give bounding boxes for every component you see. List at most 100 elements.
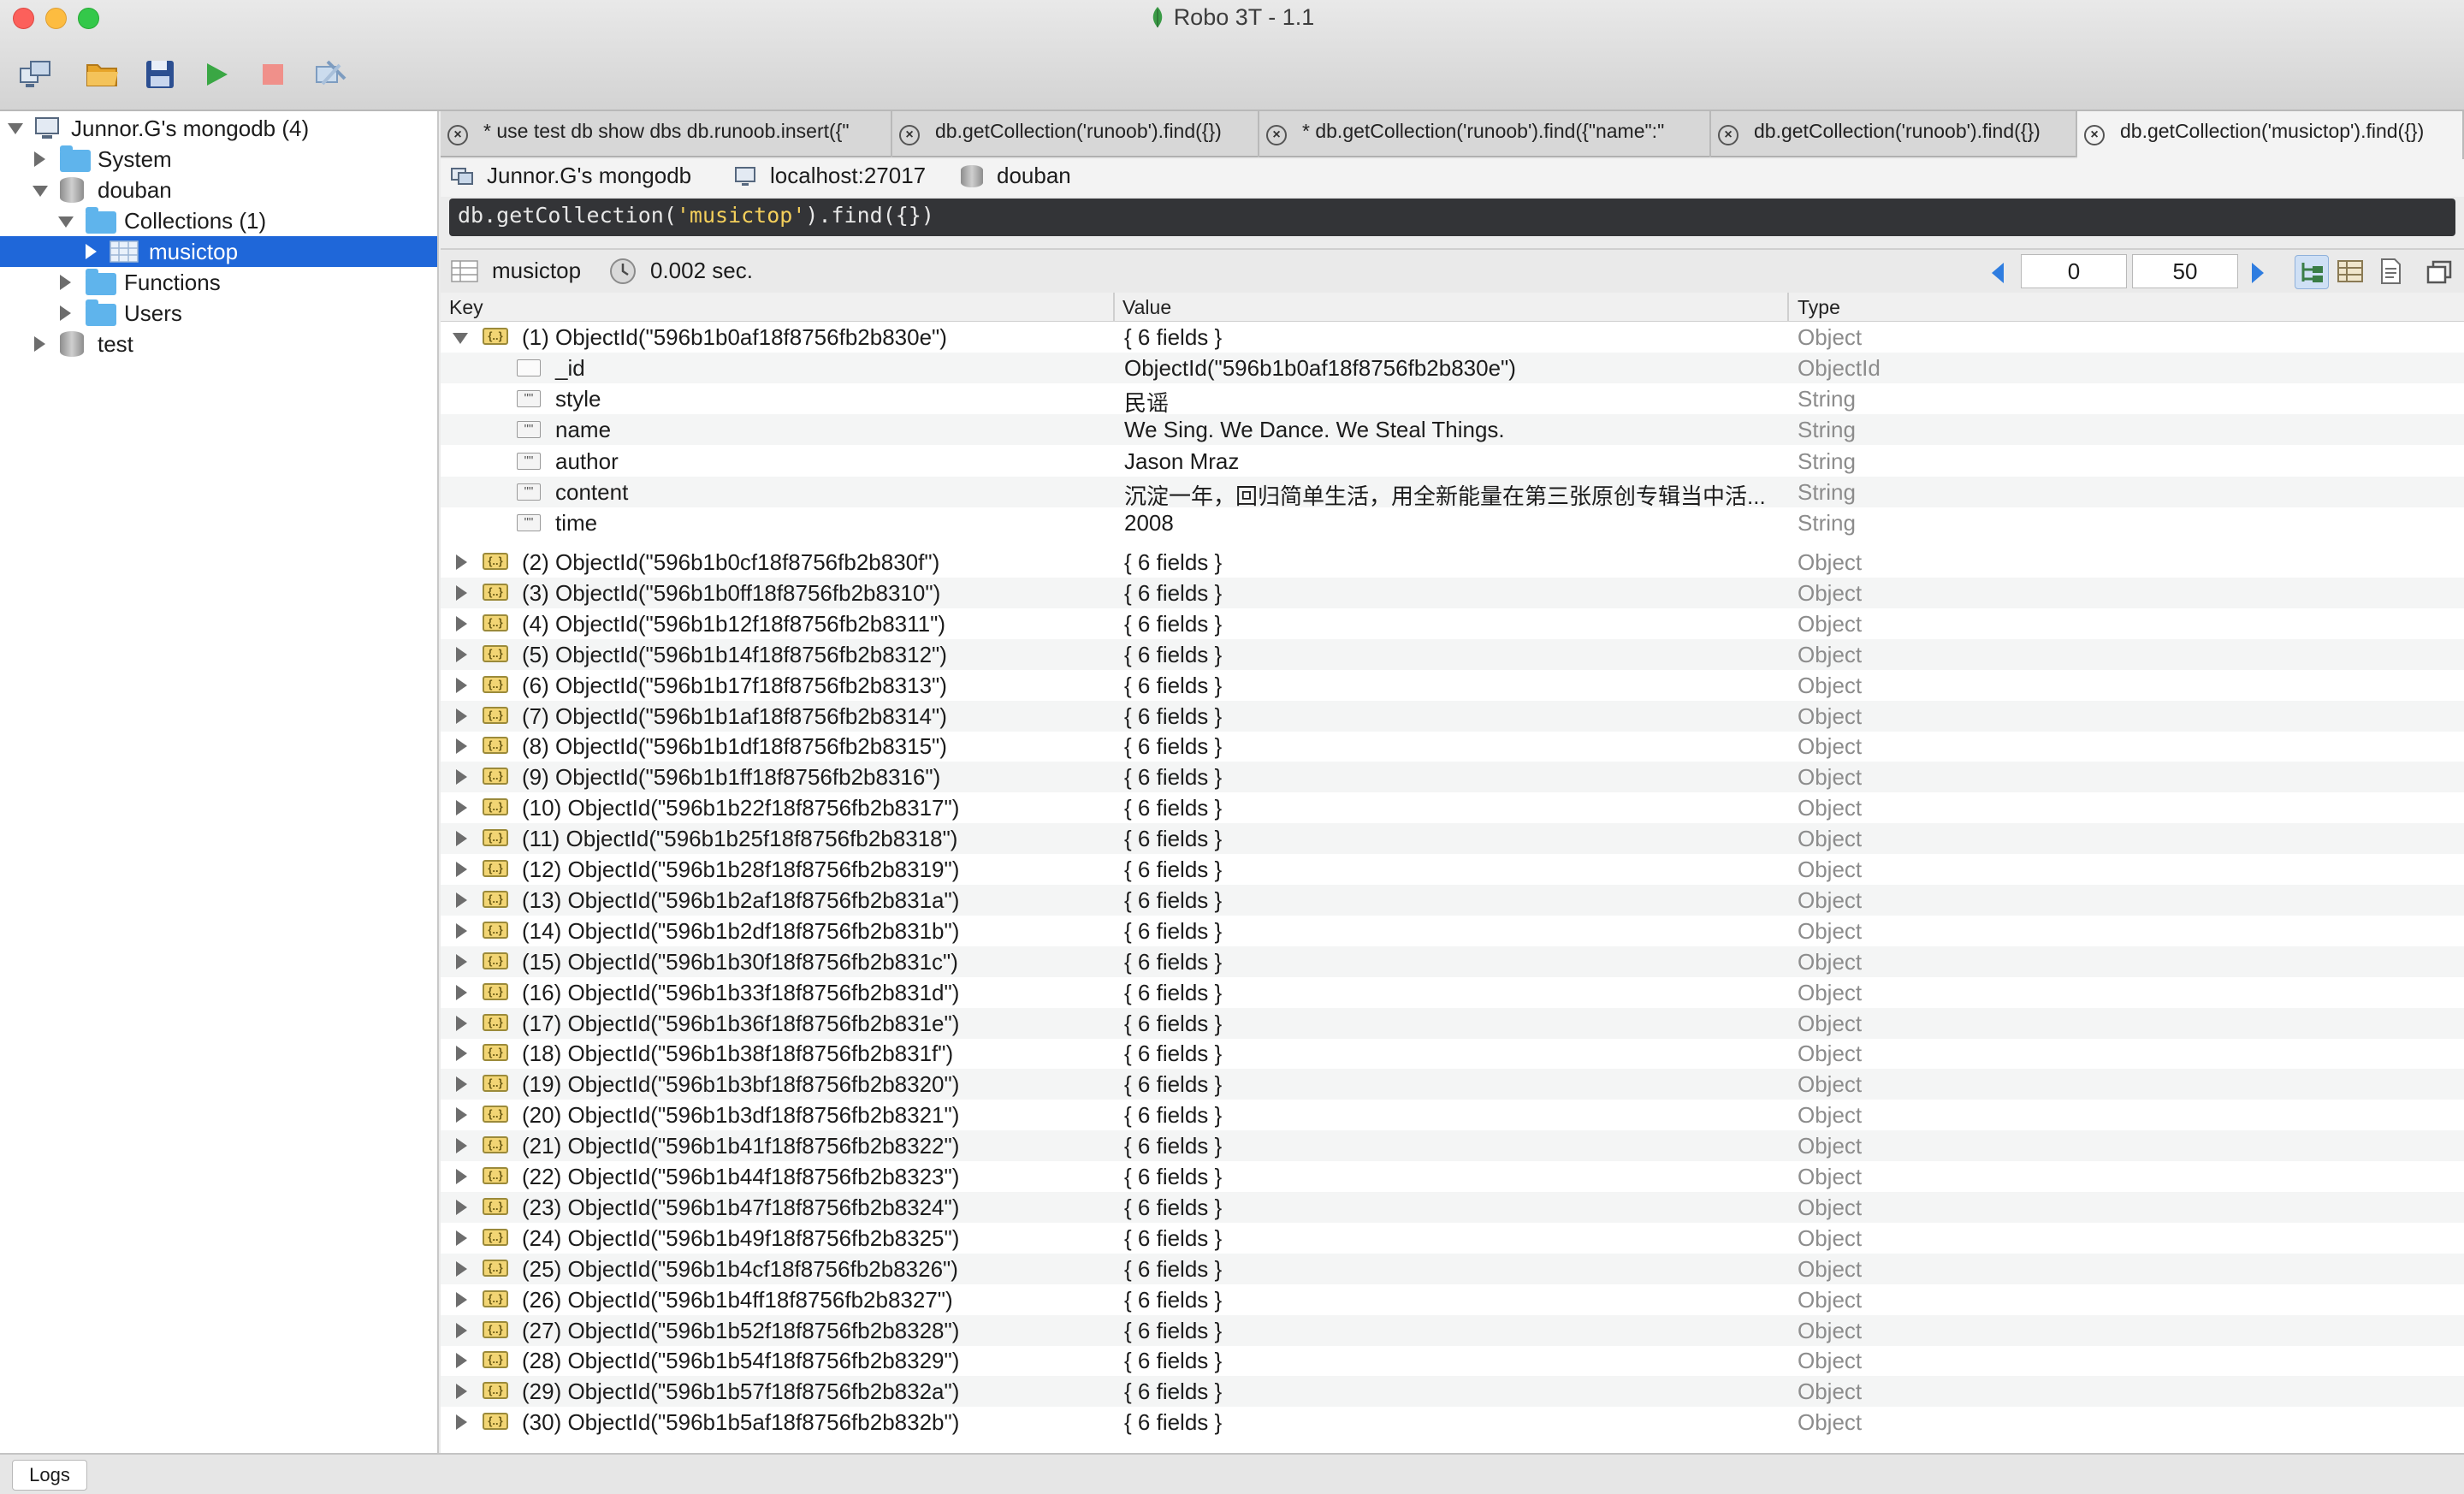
table-row[interactable]: {..} (8) ObjectId("596b1b1df18f8756fb2b83… xyxy=(441,731,2464,762)
tree-item-musictop[interactable]: musictop xyxy=(0,236,437,267)
field-row[interactable]: "" name We Sing. We Dance. We Steal Things… xyxy=(441,414,2464,445)
table-row[interactable]: {..} (21) ObjectId("596b1b41f18f8756fb2b8… xyxy=(441,1130,2464,1161)
expand-arrow-icon[interactable] xyxy=(456,1046,467,1061)
expand-arrow-icon[interactable] xyxy=(456,954,467,969)
field-row[interactable]: "" style 民谣 String xyxy=(441,383,2464,416)
table-row[interactable]: {..} (5) ObjectId("596b1b14f18f8756fb2b83… xyxy=(441,639,2464,670)
tree-mode-button[interactable] xyxy=(2295,255,2329,289)
field-row[interactable]: "" time 2008 String xyxy=(441,507,2464,538)
table-row[interactable]: {..} (18) ObjectId("596b1b38f18f8756fb2b8… xyxy=(441,1038,2464,1069)
tree-item-collections[interactable]: Collections (1) xyxy=(0,205,437,236)
table-row[interactable]: {..} (13) ObjectId("596b1b2af18f8756fb2b8… xyxy=(441,885,2464,916)
table-row[interactable]: {..} (28) ObjectId("596b1b54f18f8756fb2b8… xyxy=(441,1345,2464,1376)
field-row[interactable]: "" author Jason Mraz String xyxy=(441,446,2464,477)
expand-arrow-icon[interactable] xyxy=(86,244,97,259)
expand-arrow-icon[interactable] xyxy=(456,1076,467,1092)
table-row[interactable]: {..} (27) ObjectId("596b1b52f18f8756fb2b8… xyxy=(441,1315,2464,1346)
close-tab-icon[interactable]: × xyxy=(899,125,920,145)
expand-arrow-icon[interactable] xyxy=(60,305,71,321)
column-divider[interactable] xyxy=(1113,293,1115,322)
close-tab-icon[interactable]: × xyxy=(447,125,468,145)
expand-arrow-icon[interactable] xyxy=(456,616,467,631)
tree-item-douban[interactable]: douban xyxy=(0,175,437,205)
expand-arrow-icon[interactable] xyxy=(456,1016,467,1031)
expand-arrow-icon[interactable] xyxy=(456,678,467,693)
expand-arrow-icon[interactable] xyxy=(456,800,467,815)
expand-arrow-icon[interactable] xyxy=(456,708,467,724)
table-row[interactable]: {..} (9) ObjectId("596b1b1ff18f8756fb2b83… xyxy=(441,762,2464,792)
expand-arrow-icon[interactable] xyxy=(60,275,71,290)
table-row[interactable]: {..} (14) ObjectId("596b1b2df18f8756fb2b8… xyxy=(441,916,2464,946)
previous-page-button[interactable] xyxy=(1992,263,2004,283)
expand-arrow-icon[interactable] xyxy=(456,862,467,877)
tab-query-5-active[interactable]: × db.getCollection('musictop').find({}) xyxy=(2077,111,2464,159)
table-row-expanded[interactable]: {..} (1) ObjectId("596b1b0af18f8756fb2b8… xyxy=(441,322,2464,353)
limit-input[interactable]: 50 xyxy=(2132,254,2238,288)
table-row[interactable]: {..} (22) ObjectId("596b1b44f18f8756fb2b8… xyxy=(441,1161,2464,1192)
table-row[interactable]: {..} (29) ObjectId("596b1b57f18f8756fb2b8… xyxy=(441,1376,2464,1407)
expand-arrow-icon[interactable] xyxy=(456,1384,467,1399)
table-row[interactable]: {..} (20) ObjectId("596b1b3df18f8756fb2b8… xyxy=(441,1100,2464,1130)
expand-arrow-icon[interactable] xyxy=(456,585,467,601)
skip-input[interactable]: 0 xyxy=(2021,254,2127,288)
expand-arrow-icon[interactable] xyxy=(456,923,467,939)
column-divider[interactable] xyxy=(1787,293,1789,322)
tree-item-test[interactable]: test xyxy=(0,329,437,359)
expand-arrow-icon[interactable] xyxy=(456,1353,467,1368)
table-row[interactable]: {..} (24) ObjectId("596b1b49f18f8756fb2b8… xyxy=(441,1223,2464,1254)
tree-item-system[interactable]: System xyxy=(0,144,437,175)
table-row[interactable]: {..} (17) ObjectId("596b1b36f18f8756fb2b8… xyxy=(441,1008,2464,1039)
expand-arrow-icon[interactable] xyxy=(456,1138,467,1153)
maximize-results-button[interactable] xyxy=(2423,255,2457,289)
open-button[interactable] xyxy=(85,56,121,92)
expand-arrow-icon[interactable] xyxy=(456,1107,467,1123)
connect-button[interactable] xyxy=(18,56,54,92)
expand-arrow-icon[interactable] xyxy=(456,1200,467,1215)
collapse-arrow-icon[interactable] xyxy=(8,123,23,134)
next-page-button[interactable] xyxy=(2252,263,2264,283)
table-row[interactable]: {..} (26) ObjectId("596b1b4ff18f8756fb2b8… xyxy=(441,1284,2464,1315)
expand-arrow-icon[interactable] xyxy=(456,985,467,1000)
table-row[interactable]: {..} (11) ObjectId("596b1b25f18f8756fb2b8… xyxy=(441,823,2464,854)
expand-arrow-icon[interactable] xyxy=(456,738,467,754)
expand-arrow-icon[interactable] xyxy=(456,1169,467,1184)
collapse-arrow-icon[interactable] xyxy=(33,186,48,197)
query-editor[interactable]: db.getCollection('musictop').find({}) xyxy=(449,199,2455,236)
table-row[interactable]: {..} (3) ObjectId("596b1b0ff18f8756fb2b83… xyxy=(441,578,2464,608)
field-row[interactable]: "" content 沉淀一年，回归简单生活，用全新能量在第三张原创专辑当中活...… xyxy=(441,477,2464,509)
table-row[interactable]: {..} (2) ObjectId("596b1b0cf18f8756fb2b83… xyxy=(441,547,2464,578)
collapse-arrow-icon[interactable] xyxy=(58,216,74,228)
expand-arrow-icon[interactable] xyxy=(456,769,467,785)
expand-arrow-icon[interactable] xyxy=(456,647,467,662)
expand-arrow-icon[interactable] xyxy=(456,1414,467,1430)
expand-arrow-icon[interactable] xyxy=(456,1323,467,1338)
expand-arrow-icon[interactable] xyxy=(34,336,45,352)
tree-connection[interactable]: Junnor.G's mongodb (4) xyxy=(0,113,437,144)
collapse-arrow-icon[interactable] xyxy=(453,333,468,344)
text-mode-button[interactable] xyxy=(2374,255,2408,289)
tab-query-2-inner[interactable]: × db.getCollection('runoob').find({}) xyxy=(892,111,1259,157)
table-mode-button[interactable] xyxy=(2334,255,2368,289)
orient-button[interactable] xyxy=(313,56,349,92)
expand-arrow-icon[interactable] xyxy=(456,1230,467,1246)
table-row[interactable]: {..} (15) ObjectId("596b1b30f18f8756fb2b8… xyxy=(441,946,2464,977)
expand-arrow-icon[interactable] xyxy=(456,831,467,846)
tab-query-3[interactable]: × * db.getCollection('runoob').find({"na… xyxy=(1259,111,1711,157)
table-row[interactable]: {..} (25) ObjectId("596b1b4cf18f8756fb2b8… xyxy=(441,1254,2464,1284)
table-row[interactable]: {..} (16) ObjectId("596b1b33f18f8756fb2b8… xyxy=(441,977,2464,1008)
tab-query-1[interactable]: × * use test db show dbs db.runoob.inser… xyxy=(441,111,892,157)
table-row[interactable]: {..} (7) ObjectId("596b1b1af18f8756fb2b83… xyxy=(441,701,2464,732)
tree-item-functions[interactable]: Functions xyxy=(0,267,437,298)
close-tab-icon[interactable]: × xyxy=(1266,125,1287,145)
expand-arrow-icon[interactable] xyxy=(456,554,467,570)
stop-button[interactable] xyxy=(255,56,291,92)
table-row[interactable]: {..} (23) ObjectId("596b1b47f18f8756fb2b8… xyxy=(441,1192,2464,1223)
expand-arrow-icon[interactable] xyxy=(456,892,467,908)
logs-button[interactable]: Logs xyxy=(12,1460,87,1491)
table-row[interactable]: {..} (30) ObjectId("596b1b5af18f8756fb2b8… xyxy=(441,1407,2464,1438)
table-row[interactable]: {..} (6) ObjectId("596b1b17f18f8756fb2b83… xyxy=(441,670,2464,701)
table-row[interactable]: {..} (4) ObjectId("596b1b12f18f8756fb2b83… xyxy=(441,608,2464,639)
field-row[interactable]: _id ObjectId("596b1b0af18f8756fb2b830e") O… xyxy=(441,353,2464,383)
expand-arrow-icon[interactable] xyxy=(34,151,45,167)
close-tab-icon[interactable]: × xyxy=(1718,125,1738,145)
